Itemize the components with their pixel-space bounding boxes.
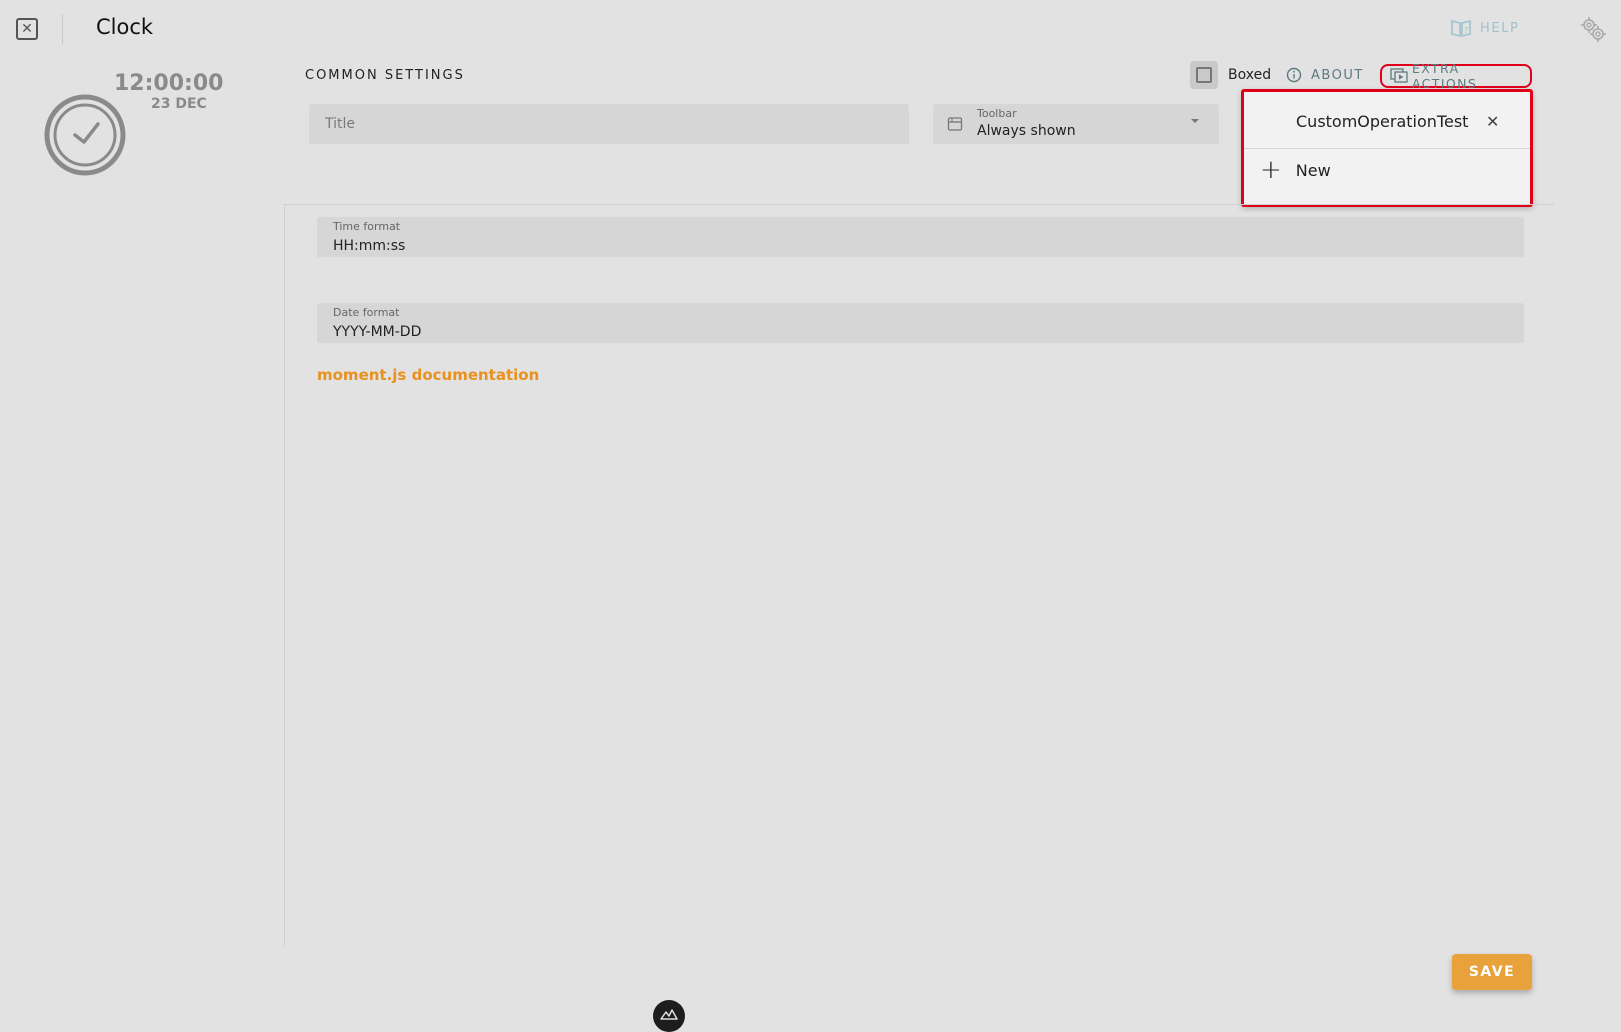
help-label: HELP: [1480, 20, 1520, 36]
about-button[interactable]: ABOUT: [1282, 62, 1368, 88]
boxed-checkbox[interactable]: [1190, 61, 1218, 89]
divider: [284, 204, 1554, 205]
toolbar-value: Always shown: [977, 123, 1076, 139]
checkbox-square-icon: [1196, 67, 1212, 83]
new-action-label: New: [1295, 160, 1331, 180]
close-icon[interactable]: ✕: [1486, 112, 1499, 131]
close-icon: ✕: [21, 21, 33, 37]
time-format-value: HH:mm:ss: [333, 238, 406, 254]
time-format-label: Time format: [333, 220, 401, 233]
clock-preview-date: 23 DEC: [151, 96, 207, 112]
extra-actions-label: EXTRA ACTIONS: [1411, 61, 1478, 91]
new-action-button[interactable]: + New: [1260, 157, 1331, 183]
menu-item[interactable]: CustomOperationTest ✕: [1244, 92, 1530, 149]
toolbar-select[interactable]: Toolbar Always shown: [933, 104, 1219, 144]
gears-icon[interactable]: [1578, 14, 1608, 44]
app-logo-button[interactable]: [653, 1000, 685, 1032]
date-format-value: YYYY-MM-DD: [333, 324, 422, 340]
plus-icon: +: [1260, 155, 1282, 185]
info-icon: [1286, 67, 1302, 83]
boxed-label: Boxed: [1228, 67, 1272, 83]
menu-item-label[interactable]: CustomOperationTest: [1296, 112, 1468, 131]
toolbar-label: Toolbar: [977, 107, 1017, 120]
clock-icon: [44, 94, 126, 176]
help-button[interactable]: ? HELP: [1450, 16, 1519, 40]
copy-play-icon: [1390, 68, 1408, 83]
close-button[interactable]: ✕: [16, 18, 38, 40]
book-question-icon: ?: [1451, 19, 1471, 38]
date-format-label: Date format: [333, 306, 400, 319]
time-format-field[interactable]: Time format HH:mm:ss: [317, 217, 1524, 257]
date-format-field[interactable]: Date format YYYY-MM-DD: [317, 303, 1524, 343]
divider: [62, 14, 63, 44]
chevron-down-icon: [1191, 119, 1199, 123]
svg-text:?: ?: [1464, 26, 1470, 35]
moment-docs-link[interactable]: moment.js documentation: [317, 366, 539, 384]
divider: [284, 204, 285, 946]
page-title: Clock: [96, 15, 154, 39]
clock-preview-time: 12:00:00: [114, 71, 224, 96]
about-label: ABOUT: [1311, 67, 1364, 83]
save-button[interactable]: SAVE: [1452, 954, 1532, 990]
extra-actions-menu: CustomOperationTest ✕ + New: [1241, 89, 1533, 207]
extra-actions-button[interactable]: EXTRA ACTIONS: [1380, 61, 1532, 91]
toolbar-icon: [947, 117, 963, 131]
title-input[interactable]: [309, 104, 909, 144]
mountain-logo-icon: [660, 1009, 678, 1020]
section-title: COMMON SETTINGS: [305, 68, 465, 83]
